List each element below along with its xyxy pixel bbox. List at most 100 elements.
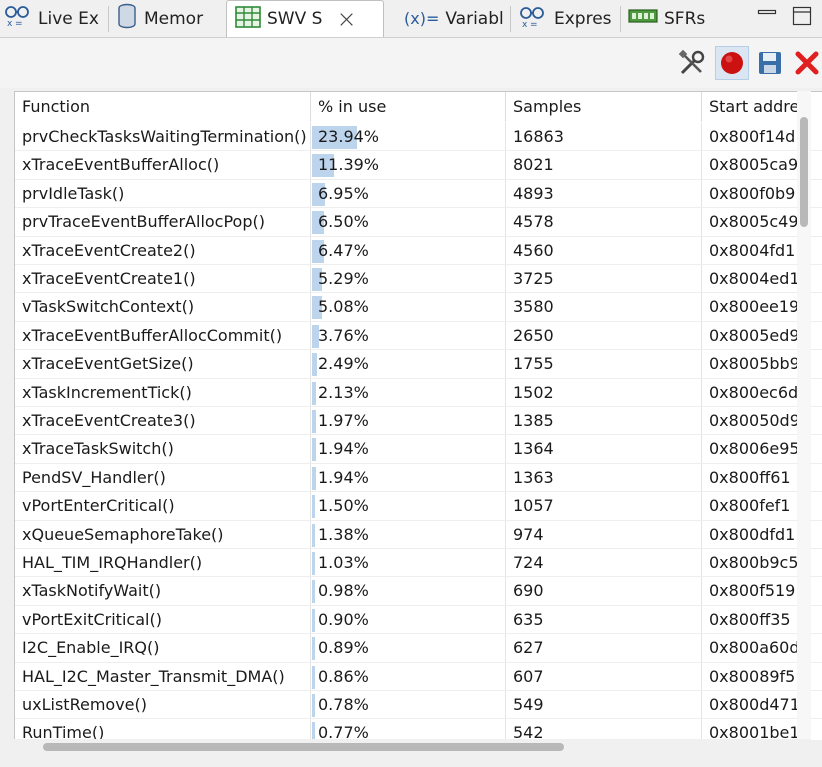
- table-row[interactable]: xTraceEventCreate3() 1.97% 1385 0x80050d9: [15, 407, 822, 436]
- percent-in-use-value: 6.47%: [318, 240, 369, 260]
- percent-in-use-value: 23.94%: [318, 127, 380, 146]
- table-row[interactable]: xTraceEventBufferAlloc() 11.39% 8021 0x8005…: [15, 151, 822, 180]
- function-name-cell: vTaskSwitchContext(): [15, 293, 311, 322]
- table-row[interactable]: xTraceEventCreate2() 6.47% 4560 0x8004fd1: [15, 236, 822, 265]
- percent-in-use-value: 11.39%: [318, 155, 380, 175]
- tab-label: SWV S: [267, 9, 323, 29]
- function-name-cell: HAL_TIM_IRQHandler(): [15, 549, 311, 577]
- table-row[interactable]: I2C_Enable_IRQ() 0.89% 627 0x800a60d: [15, 634, 822, 663]
- table-row[interactable]: RunTime() 0.77% 542 0x8001be1: [15, 719, 822, 740]
- function-name-cell: xTaskIncrementTick(): [15, 378, 311, 407]
- percent-in-use-cell: 1.94%: [311, 435, 506, 464]
- samples-cell: 4893: [506, 179, 702, 208]
- tab-swv-statistical-profiling[interactable]: SWV S ×: [226, 0, 384, 37]
- percent-in-use-cell: 5.08%: [311, 293, 506, 322]
- save-button[interactable]: [753, 46, 787, 80]
- configure-trace-icon: [678, 49, 705, 75]
- percent-in-use-value: 1.94%: [318, 439, 369, 459]
- percent-in-use-cell: 1.38%: [311, 520, 506, 549]
- table-row[interactable]: prvCheckTasksWaitingTermination() 23.94% 1…: [15, 123, 822, 152]
- function-name-cell: vPortEnterCritical(): [15, 492, 311, 521]
- percent-in-use-cell: 23.94%: [311, 123, 506, 151]
- samples-cell: 607: [506, 662, 702, 691]
- column-header-function[interactable]: Function: [15, 92, 311, 122]
- horizontal-scroll-thumb[interactable]: [43, 743, 564, 751]
- percent-in-use-cell: 6.47%: [311, 236, 506, 265]
- table-row[interactable]: xTraceEventBufferAllocCommit() 3.76% 2650 0…: [15, 321, 822, 351]
- table-row[interactable]: HAL_I2C_Master_Transmit_DMA() 0.86% 607 0x8…: [15, 662, 822, 691]
- percent-in-use-value: 1.03%: [318, 553, 369, 572]
- table-row[interactable]: xTaskNotifyWait() 0.98% 690 0x800f519: [15, 577, 822, 606]
- table-row[interactable]: xTraceEventCreate1() 5.29% 3725 0x8004ed1: [15, 265, 822, 294]
- minimize-button[interactable]: [757, 6, 777, 26]
- vertical-scroll-thumb[interactable]: [800, 117, 808, 227]
- function-name-cell: prvTraceEventBufferAllocPop(): [15, 208, 311, 237]
- samples-cell: 627: [506, 634, 702, 663]
- function-name-cell: xTaskNotifyWait(): [15, 577, 311, 606]
- function-name-cell: vPortExitCritical(): [15, 605, 311, 634]
- close-icon[interactable]: ×: [336, 7, 356, 31]
- percent-in-use-cell: 6.95%: [311, 179, 506, 208]
- tab-expressions[interactable]: x = Expres: [518, 0, 620, 37]
- percent-in-use-cell: 2.13%: [311, 378, 506, 407]
- remove-icon: [795, 51, 819, 75]
- percent-in-use-cell: 1.97%: [311, 407, 506, 435]
- samples-cell: 4560: [506, 236, 702, 265]
- maximize-button[interactable]: [792, 6, 812, 26]
- table-row[interactable]: xTaskIncrementTick() 2.13% 1502 0x800ec6d: [15, 378, 822, 407]
- function-name-cell: xTraceEventBufferAllocCommit(): [15, 321, 311, 350]
- percent-in-use-cell: 1.03%: [311, 549, 506, 577]
- percent-in-use-value: 6.95%: [318, 183, 369, 203]
- usage-bar: [312, 665, 315, 689]
- table-row[interactable]: PendSV_Handler() 1.94% 1363 0x800ff61: [15, 463, 822, 493]
- table-row[interactable]: xQueueSemaphoreTake() 1.38% 974 0x800dfd1: [15, 520, 822, 549]
- percent-in-use-value: 6.50%: [318, 212, 369, 232]
- table-row[interactable]: xTraceEventGetSize() 2.49% 1755 0x8005bb9: [15, 350, 822, 379]
- memory-icon: [116, 3, 138, 34]
- vertical-scrollbar[interactable]: [797, 91, 811, 739]
- tab-label: Live Ex: [38, 8, 99, 29]
- percent-in-use-cell: 3.76%: [311, 321, 506, 350]
- maximize-icon: [792, 6, 812, 26]
- percent-in-use-cell: 1.94%: [311, 463, 506, 492]
- table-header: Function % in use Samples Start addre: [15, 92, 822, 122]
- percent-in-use-value: 2.49%: [318, 354, 369, 374]
- table-row[interactable]: HAL_TIM_IRQHandler() 1.03% 724 0x800b9c5: [15, 549, 822, 578]
- tab-sfrs[interactable]: SFRs: [628, 0, 718, 37]
- table-row[interactable]: prvIdleTask() 6.95% 4893 0x800f0b9: [15, 179, 822, 209]
- configure-trace-button[interactable]: [675, 46, 709, 80]
- percent-in-use-value: 1.97%: [318, 411, 369, 430]
- minimize-icon: [757, 9, 777, 15]
- start-trace-icon: [721, 52, 743, 74]
- column-header-percent-in-use[interactable]: % in use: [311, 92, 506, 122]
- usage-bar: [312, 637, 315, 661]
- table-row[interactable]: xTraceTaskSwitch() 1.94% 1364 0x8006e95: [15, 435, 822, 464]
- column-header-samples[interactable]: Samples: [506, 92, 702, 122]
- samples-cell: 1057: [506, 492, 702, 521]
- tab-live-expressions[interactable]: x = Live Ex: [4, 0, 107, 37]
- table-row[interactable]: vTaskSwitchContext() 5.08% 3580 0x800ee19: [15, 293, 822, 322]
- remove-button[interactable]: [790, 46, 822, 80]
- samples-cell: 974: [506, 520, 702, 549]
- usage-bar: [312, 580, 315, 604]
- samples-cell: 8021: [506, 151, 702, 180]
- tab-variables[interactable]: (x)= Variabl: [404, 0, 506, 37]
- tab-memory[interactable]: Memor: [116, 0, 222, 37]
- samples-cell: 3580: [506, 293, 702, 322]
- tab-label: SFRs: [664, 8, 706, 29]
- percent-in-use-value: 0.78%: [318, 695, 369, 714]
- table-row[interactable]: vPortEnterCritical() 1.50% 1057 0x800fef1: [15, 492, 822, 521]
- table-row[interactable]: uxListRemove() 0.78% 549 0x800d471: [15, 691, 822, 720]
- save-icon: [759, 52, 781, 74]
- samples-cell: 1364: [506, 435, 702, 464]
- variables-icon: (x)=: [404, 9, 440, 28]
- percent-in-use-value: 0.86%: [318, 666, 369, 686]
- function-name-cell: I2C_Enable_IRQ(): [15, 634, 311, 663]
- start-trace-button[interactable]: [715, 46, 749, 80]
- horizontal-scrollbar[interactable]: [14, 739, 811, 755]
- table-row[interactable]: prvTraceEventBufferAllocPop() 6.50% 4578 0x…: [15, 208, 822, 237]
- samples-cell: 1363: [506, 463, 702, 492]
- function-name-cell: uxListRemove(): [15, 691, 311, 719]
- percent-in-use-cell: 5.29%: [311, 265, 506, 293]
- table-row[interactable]: vPortExitCritical() 0.90% 635 0x800ff35: [15, 605, 822, 635]
